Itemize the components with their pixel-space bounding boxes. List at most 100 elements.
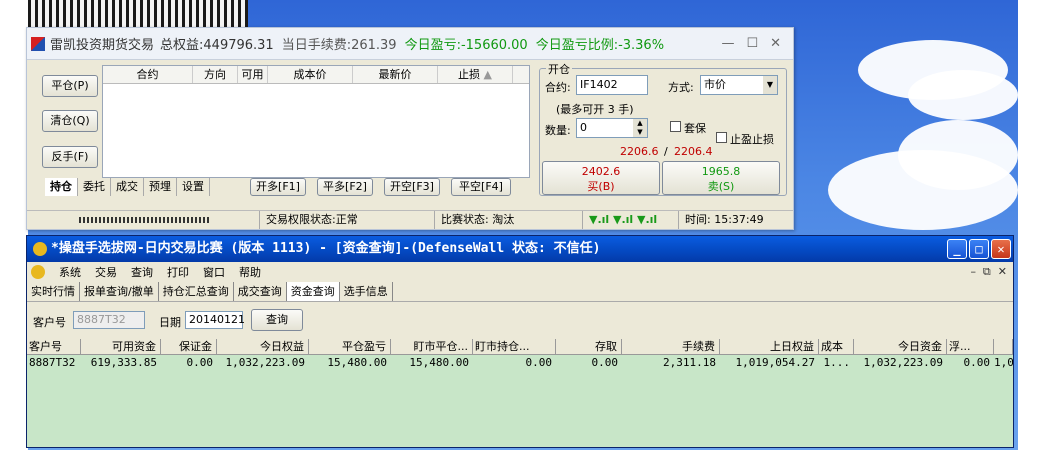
tab-orders[interactable]: 委托 (78, 178, 111, 196)
menu-window[interactable]: 窗口 (203, 264, 225, 280)
col-direction: 方向 (193, 66, 238, 83)
cell-client: 8887T32 (29, 356, 76, 369)
sort-up-icon: ▲ (483, 68, 492, 81)
col-float: 浮... (947, 339, 994, 354)
clear-position-button[interactable]: 清仓(Q) (42, 110, 98, 132)
tab-fund-query[interactable]: 资金查询 (286, 282, 340, 301)
cell-float: 0.00 (963, 356, 991, 369)
cell-close-pl: 15,480.00 (327, 356, 387, 369)
col-available-funds: 可用资金 (81, 339, 161, 354)
menu-query[interactable]: 查询 (131, 264, 153, 280)
menu-print[interactable]: 打印 (167, 264, 189, 280)
app-icon (33, 242, 47, 256)
client-field[interactable]: 8887T32 (73, 311, 145, 329)
table-row[interactable]: 8887T32 619,333.85 0.00 1,032,223.09 15,… (27, 355, 1013, 371)
tab-quotes[interactable]: 实时行情 (27, 282, 80, 301)
price-ask: 2206.4 (674, 145, 713, 158)
max-open-hint: (最多可开 3 手) (556, 103, 634, 116)
position-tabs: 持仓 委托 成交 预埋 设置 开多[F1] 平多[F2] 开空[F3] 平空[F… (45, 178, 535, 196)
cell-mtm-close: 15,480.00 (409, 356, 469, 369)
cell-today-funds: 1,032,223.09 (863, 356, 943, 369)
cell-cost: 1... (823, 356, 851, 369)
sell-button[interactable]: 1965.8 卖(S) (662, 161, 780, 195)
spin-icon[interactable]: ▲ ▼ (633, 119, 647, 137)
col-contract: 合约 (103, 66, 193, 83)
close-long-button[interactable]: 平多[F2] (317, 178, 373, 196)
method-label: 方式: (668, 81, 694, 94)
tab-settings[interactable]: 设置 (177, 178, 210, 196)
close-icon[interactable]: ✕ (770, 36, 781, 51)
stop-checkbox[interactable] (716, 132, 727, 143)
cell-prev-equity: 1,019,054.27 (735, 356, 815, 369)
today-fee: 当日手续费:261.39 (281, 38, 397, 53)
col-today-funds: 今日资金 (854, 339, 947, 354)
positions-header: 合约 方向 可用 成本价 最新价 止损 ▲ (103, 66, 529, 84)
col-margin: 保证金 (161, 339, 217, 354)
col-extra (994, 339, 1013, 354)
tab-trade-query[interactable]: 成交查询 (234, 282, 287, 301)
restore-icon[interactable]: ☐ (746, 36, 758, 51)
open-order-group: 开仓 合约: IF1402 方式: 市价 ▼ (最多可开 3 手) 数量: 0 … (539, 61, 787, 196)
hedge-label: 套保 (684, 122, 706, 135)
client-window: *操盘手选拔网-日内交易比赛 (版本 1113) - [资金查询]-(Defen… (26, 235, 1014, 448)
query-button[interactable]: 查询 (251, 309, 303, 331)
trading-title-bar[interactable]: 雷凯投资期货交易 总权益:449796.31 当日手续费:261.39 今日盈亏… (27, 28, 793, 60)
contest-status: 比赛状态: 淘汰 (435, 211, 583, 229)
menu-system[interactable]: 系统 (59, 264, 81, 280)
cell-margin: 0.00 (186, 356, 214, 369)
col-mtm-hold: 盯市持仓... (473, 339, 556, 354)
col-cost: 成本 (819, 339, 854, 354)
date-field[interactable]: 20140121 (185, 311, 245, 329)
cell-available-funds: 619,333.85 (90, 356, 157, 369)
signal-icons: ▼.ıl ▼.ıl ▼.ıl (583, 211, 679, 229)
col-deposit: 存取 (556, 339, 622, 354)
tab-player-info[interactable]: 选手信息 (340, 282, 393, 301)
col-prev-equity: 上日权益 (720, 339, 819, 354)
reverse-button[interactable]: 反手(F) (42, 146, 98, 168)
today-pl-ratio: 今日盈亏比例:-3.36% (535, 38, 665, 53)
close-icon[interactable]: ✕ (991, 239, 1011, 259)
mdi-controls[interactable]: – ⧉ ✕ (970, 265, 1007, 279)
col-cost: 成本价 (268, 66, 353, 83)
client-title-bar[interactable]: *操盘手选拔网-日内交易比赛 (版本 1113) - [资金查询]-(Defen… (27, 236, 1013, 262)
chevron-down-icon[interactable]: ▼ (763, 76, 777, 94)
query-toolbar: 客户号 8887T32 日期 20140121 查询 (27, 306, 1013, 336)
col-stoploss: 止损 ▲ (438, 66, 513, 83)
minimize-icon[interactable]: _ (947, 239, 967, 259)
maximize-icon[interactable]: □ (969, 239, 989, 259)
tab-preset[interactable]: 预埋 (144, 178, 177, 196)
status-bar: 交易权限状态:正常 比赛状态: 淘汰 ▼.ıl ▼.ıl ▼.ıl 时间: 15… (27, 210, 793, 229)
close-short-button[interactable]: 平空[F4] (451, 178, 511, 196)
tab-positions[interactable]: 持仓 (45, 178, 78, 196)
contract-input[interactable]: IF1402 (576, 75, 648, 95)
menu-bar: 系统 交易 查询 打印 窗口 帮助 – ⧉ ✕ (27, 262, 1013, 282)
menu-trade[interactable]: 交易 (95, 264, 117, 280)
tab-trades[interactable]: 成交 (111, 178, 144, 196)
open-long-button[interactable]: 开多[F1] (250, 178, 306, 196)
minimize-icon[interactable]: — (721, 36, 734, 51)
buy-button[interactable]: 2402.6 买(B) (542, 161, 660, 195)
cell-today-equity: 1,032,223.09 (225, 356, 305, 369)
fund-table[interactable]: 客户号 可用资金 保证金 今日权益 平仓盈亏 盯市平仓... 盯市持仓... 存… (27, 339, 1013, 447)
client-title: *操盘手选拔网-日内交易比赛 (版本 1113) - [资金查询]-(Defen… (51, 241, 601, 256)
app-logo-icon (31, 36, 45, 51)
doc-icon (31, 265, 45, 279)
today-pl: 今日盈亏:-15660.00 (404, 38, 528, 53)
cell-extra: 1,0 (994, 356, 1013, 369)
tree-silhouette (28, 0, 248, 30)
quantity-stepper[interactable]: 0 ▲ ▼ (576, 118, 648, 138)
stop-label: 止盈止损 (730, 133, 774, 146)
app-title: 雷凯投资期货交易 (50, 38, 155, 53)
fund-table-header: 客户号 可用资金 保证金 今日权益 平仓盈亏 盯市平仓... 盯市持仓... 存… (27, 339, 1013, 355)
hedge-checkbox[interactable] (670, 121, 681, 132)
method-select[interactable]: 市价 ▼ (700, 75, 778, 95)
col-last: 最新价 (353, 66, 438, 83)
col-fee: 手续费 (622, 339, 720, 354)
positions-table[interactable]: 合约 方向 可用 成本价 最新价 止损 ▲ (102, 65, 530, 178)
tab-position-summary[interactable]: 持仓汇总查询 (159, 282, 234, 301)
open-short-button[interactable]: 开空[F3] (384, 178, 440, 196)
menu-help[interactable]: 帮助 (239, 264, 261, 280)
col-today-equity: 今日权益 (217, 339, 309, 354)
close-position-button[interactable]: 平仓(P) (42, 75, 98, 97)
tab-order-query[interactable]: 报单查询/撤单 (80, 282, 159, 301)
